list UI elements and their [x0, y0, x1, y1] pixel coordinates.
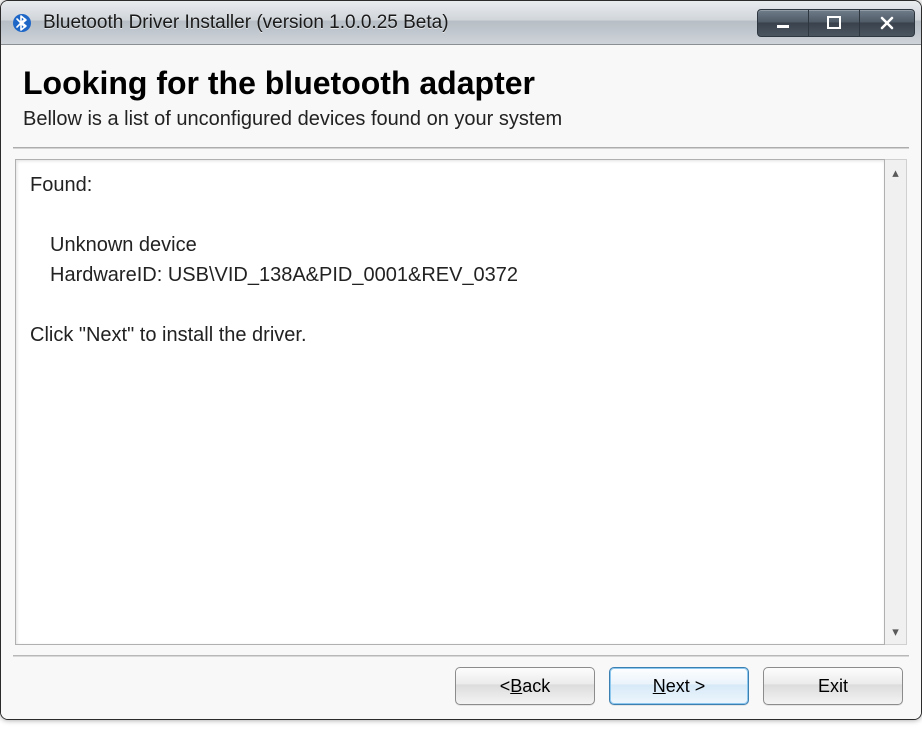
scroll-up-icon[interactable]: ▴	[892, 166, 899, 179]
window-controls	[758, 9, 915, 37]
minimize-button[interactable]	[757, 9, 809, 37]
hardware-id-label: HardwareID:	[50, 264, 162, 286]
bluetooth-icon	[11, 12, 33, 34]
device-name: Unknown device	[30, 230, 870, 260]
page-subtitle: Bellow is a list of unconfigured devices…	[23, 108, 899, 131]
close-button[interactable]	[859, 9, 915, 37]
back-button-rest: ack	[522, 676, 550, 697]
next-button[interactable]: Next >	[609, 667, 749, 705]
divider	[13, 147, 909, 149]
next-button-rest: ext >	[666, 676, 706, 697]
wizard-buttons: < Back Next > Exit	[9, 667, 913, 709]
back-button-mnemonic: B	[510, 676, 522, 697]
results-text: Found: Unknown device HardwareID: USB\VI…	[15, 159, 885, 645]
hardware-id-value: USB\VID_138A&PID_0001&REV_0372	[168, 264, 518, 286]
maximize-button[interactable]	[808, 9, 860, 37]
back-button-prefix: <	[500, 676, 511, 697]
title-bar[interactable]: Bluetooth Driver Installer (version 1.0.…	[1, 1, 921, 45]
divider	[13, 655, 909, 657]
exit-button-label: Exit	[818, 676, 848, 697]
installer-window: Bluetooth Driver Installer (version 1.0.…	[0, 0, 922, 720]
scroll-down-icon[interactable]: ▾	[892, 625, 899, 638]
scrollbar[interactable]: ▴ ▾	[885, 159, 907, 645]
hardware-id-line: HardwareID: USB\VID_138A&PID_0001&REV_03…	[30, 260, 870, 290]
client-area: Looking for the bluetooth adapter Bellow…	[1, 45, 921, 719]
instruction-text: Click "Next" to install the driver.	[30, 320, 870, 350]
wizard-header: Looking for the bluetooth adapter Bellow…	[9, 51, 913, 147]
found-label: Found:	[30, 170, 870, 200]
exit-button[interactable]: Exit	[763, 667, 903, 705]
page-title: Looking for the bluetooth adapter	[23, 65, 899, 102]
next-button-mnemonic: N	[653, 676, 666, 697]
back-button[interactable]: < Back	[455, 667, 595, 705]
window-title: Bluetooth Driver Installer (version 1.0.…	[43, 12, 758, 34]
results-panel: Found: Unknown device HardwareID: USB\VI…	[15, 159, 907, 645]
